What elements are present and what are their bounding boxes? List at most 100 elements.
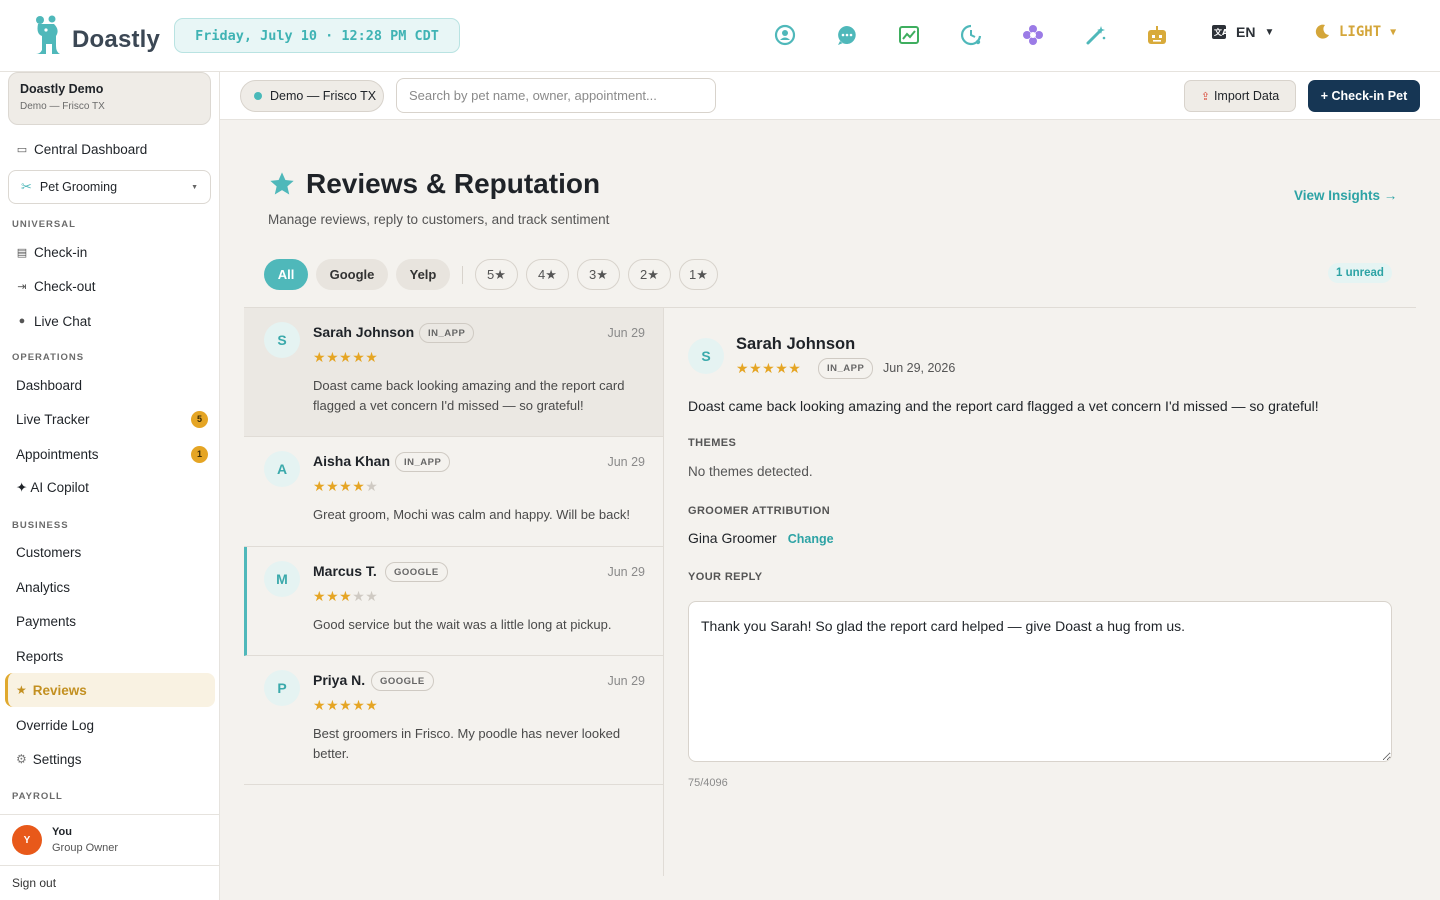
sidebar-item-settings[interactable]: ⚙ Settings [16, 748, 208, 770]
page-title: Reviews & Reputation [268, 168, 600, 200]
review-list-item[interactable]: A Aisha Khan IN_APP Jun 29 ★★★★★ Great g… [244, 437, 663, 547]
avatar: A [264, 451, 300, 487]
sidebar-item-dashboard[interactable]: Dashboard [16, 374, 208, 396]
import-data-button[interactable]: ⇪ Import Data [1184, 80, 1296, 112]
sidebar-item-label: Dashboard [16, 377, 83, 393]
chat-icon[interactable] [836, 24, 858, 46]
clock-icon[interactable] [960, 24, 982, 46]
themes-value: No themes detected. [688, 464, 813, 479]
sidebar-item-override-log[interactable]: Override Log [16, 714, 208, 736]
filter-4-star[interactable]: 4★ [526, 259, 569, 290]
sidebar-item-customers[interactable]: Customers [16, 541, 208, 563]
unread-badge: 1 unread [1328, 263, 1392, 283]
filter-yelp[interactable]: Yelp [396, 259, 450, 290]
user-profile[interactable]: Y You Group Owner [0, 814, 219, 865]
avatar: Y [12, 825, 42, 855]
filter-3-star[interactable]: 3★ [577, 259, 620, 290]
svg-text:文A: 文A [1214, 27, 1227, 37]
sidebar-item-live-chat[interactable]: ● Live Chat [16, 310, 91, 332]
reply-textarea[interactable]: Thank you Sarah! So glad the report card… [688, 601, 1392, 762]
your-reply-label: YOUR REPLY [688, 571, 763, 583]
star-empty-icon: ★ [352, 588, 366, 604]
review-list-item[interactable]: S Sarah Johnson IN_APP Jun 29 ★★★★★ Doas… [244, 308, 663, 437]
star-filled-icon: ★ [749, 360, 763, 376]
sidebar-item-label: Reports [16, 648, 64, 664]
review-text: Great groom, Mochi was calm and happy. W… [313, 507, 630, 522]
star-filled-icon: ★ [775, 360, 789, 376]
profile-icon[interactable] [774, 24, 796, 46]
sidebar-item-ai-copilot[interactable]: ✦ AI Copilot [16, 477, 208, 499]
review-date: Jun 29 [607, 326, 645, 340]
search-input[interactable] [396, 78, 716, 113]
source-badge: IN_APP [395, 452, 451, 472]
avatar: S [264, 322, 300, 358]
sidebar: Doastly Demo Demo — Frisco TX ▭ Central … [0, 72, 220, 900]
filter-5-star[interactable]: 5★ [475, 259, 518, 290]
date-time-display: Friday, July 10 · 12:28 PM CDT [174, 18, 460, 53]
flower-icon[interactable] [1022, 24, 1044, 46]
review-date: Jun 29 [607, 455, 645, 469]
star-filled-icon: ★ [313, 697, 327, 713]
star-filled-icon: ★ [326, 588, 340, 604]
import-label: Import Data [1213, 89, 1280, 103]
moon-icon [1315, 24, 1329, 39]
section-operations: OPERATIONS [12, 352, 85, 363]
star-rating: ★★★★★ [313, 588, 378, 605]
translate-icon: 文A [1212, 25, 1227, 39]
chart-icon[interactable] [898, 24, 920, 46]
change-groomer-link[interactable]: Change [788, 532, 834, 546]
star-filled-icon: ★ [326, 478, 340, 494]
review-list: S Sarah Johnson IN_APP Jun 29 ★★★★★ Doas… [244, 308, 664, 876]
theme-label: LIGHT [1339, 24, 1382, 40]
theme-selector[interactable]: LIGHT ▼ [1314, 24, 1396, 40]
sidebar-item-reports[interactable]: Reports [16, 645, 208, 667]
check-in-pet-button[interactable]: + Check-in Pet [1308, 80, 1420, 112]
section-business: BUSINESS [12, 520, 69, 531]
review-text: Doast came back looking amazing and the … [313, 378, 625, 413]
filter-all[interactable]: All [264, 259, 308, 290]
location-label: Demo — Frisco TX [270, 89, 377, 103]
star-filled-icon: ★ [365, 697, 379, 713]
sidebar-item-payments[interactable]: Payments [16, 610, 208, 632]
review-text: Good service but the wait was a little l… [313, 617, 612, 632]
sidebar-item-label: Check-in [34, 244, 88, 260]
star-filled-icon: ★ [326, 697, 340, 713]
source-badge: GOOGLE [371, 671, 434, 691]
star-filled-icon: ★ [762, 360, 776, 376]
review-text: Best groomers in Frisco. My poodle has n… [313, 726, 621, 761]
sidebar-item-central-dashboard[interactable]: ▭ Central Dashboard [16, 138, 148, 160]
sidebar-item-reviews[interactable]: ★ Reviews [16, 679, 208, 701]
review-list-item[interactable]: M Marcus T. GOOGLE Jun 29 ★★★★★ Good ser… [244, 547, 663, 656]
star-empty-icon: ★ [365, 478, 379, 494]
sidebar-item-check-out[interactable]: ⇥ Check-out [16, 275, 95, 297]
section-payroll: PAYROLL [12, 791, 63, 802]
chevron-down-icon: ▼ [191, 183, 198, 191]
sidebar-item-live-tracker[interactable]: Live Tracker 5 [16, 408, 208, 430]
module-select[interactable]: ✂ Pet Grooming ▼ [8, 170, 211, 204]
sidebar-item-appointments[interactable]: Appointments 1 [16, 443, 208, 465]
sub-header: Demo — Frisco TX ⇪ Import Data + Check-i… [220, 72, 1440, 120]
review-list-item[interactable]: P Priya N. GOOGLE Jun 29 ★★★★★ Best groo… [244, 656, 663, 785]
filter-1-star[interactable]: 1★ [679, 259, 718, 290]
filter-google[interactable]: Google [316, 259, 388, 290]
star-filled-icon: ★ [313, 588, 327, 604]
org-switcher[interactable]: Doastly Demo Demo — Frisco TX [8, 72, 211, 125]
location-selector[interactable]: Demo — Frisco TX [240, 80, 384, 112]
view-insights-link[interactable]: View Insights → [1294, 188, 1397, 203]
sidebar-item-analytics[interactable]: Analytics [16, 576, 208, 598]
robot-icon[interactable] [1146, 24, 1168, 46]
reviewer-name: Sarah Johnson [736, 335, 856, 353]
magic-wand-icon[interactable] [1085, 24, 1107, 46]
brand[interactable]: Doastly [30, 14, 160, 58]
chevron-down-icon: ▼ [1390, 26, 1397, 38]
sidebar-item-label: Customers [16, 544, 82, 560]
themes-label: THEMES [688, 437, 737, 449]
avatar: M [264, 561, 300, 597]
page-title-text: Reviews & Reputation [306, 168, 601, 199]
language-selector[interactable]: 文A EN ▼ [1211, 24, 1274, 40]
top-bar: Doastly Friday, July 10 · 12:28 PM CDT 文… [0, 0, 1440, 72]
filter-2-star[interactable]: 2★ [628, 259, 671, 290]
sidebar-item-check-in[interactable]: ▤ Check-in [16, 241, 87, 263]
sign-out-link[interactable]: Sign out [0, 865, 219, 900]
source-badge: IN_APP [818, 358, 874, 379]
